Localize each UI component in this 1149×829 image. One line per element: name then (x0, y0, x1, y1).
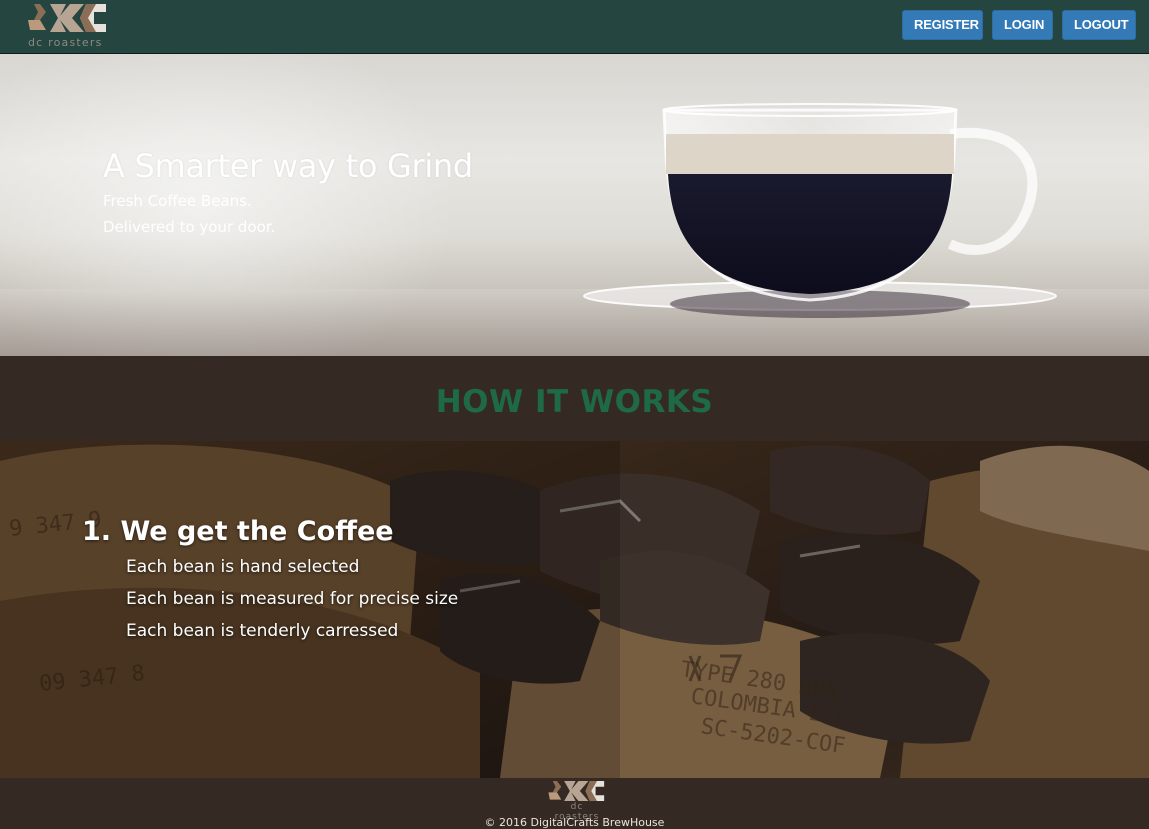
hero-title: A Smarter way to Grind (103, 147, 473, 185)
step-item: Each bean is tenderly carressed (126, 621, 399, 641)
login-button[interactable]: LOGIN (992, 10, 1053, 40)
logout-button[interactable]: LOGOUT (1062, 10, 1136, 40)
coffee-bags-image: TYPE 280 DON COLOMBIA EXC. SC-5202-COF 0… (0, 441, 1149, 778)
logo-text: dc roasters (28, 36, 103, 49)
logo[interactable]: dc roasters (26, 0, 116, 52)
hero-banner: A Smarter way to Grind Fresh Coffee Bean… (0, 54, 1149, 356)
coffee-bags-section: TYPE 280 DON COLOMBIA EXC. SC-5202-COF 0… (0, 441, 1149, 778)
navbar: dc roasters REGISTER LOGIN LOGOUT (0, 0, 1149, 54)
hero-subtitle-line-2: Delivered to your door. (103, 218, 276, 236)
hero-subtitle-line-1: Fresh Coffee Beans. (103, 192, 252, 210)
footer: dc roasters © 2016 DigitalCrafts BrewHou… (0, 778, 1149, 829)
register-button[interactable]: REGISTER (902, 10, 983, 40)
step-title: 1. We get the Coffee (82, 516, 394, 547)
logo-mark-icon (28, 4, 106, 32)
coffee-cup-image (583, 103, 1057, 318)
how-it-works-title: HOW IT WORKS (435, 384, 714, 420)
footer-logo: dc roasters (547, 778, 607, 822)
how-it-works-header: HOW IT WORKS (0, 356, 1149, 441)
footer-logo-mark-icon (548, 781, 605, 801)
step-item: Each bean is hand selected (126, 557, 360, 577)
step-item: Each bean is measured for precise size (126, 589, 459, 609)
footer-copyright: © 2016 DigitalCrafts BrewHouse (484, 816, 665, 829)
